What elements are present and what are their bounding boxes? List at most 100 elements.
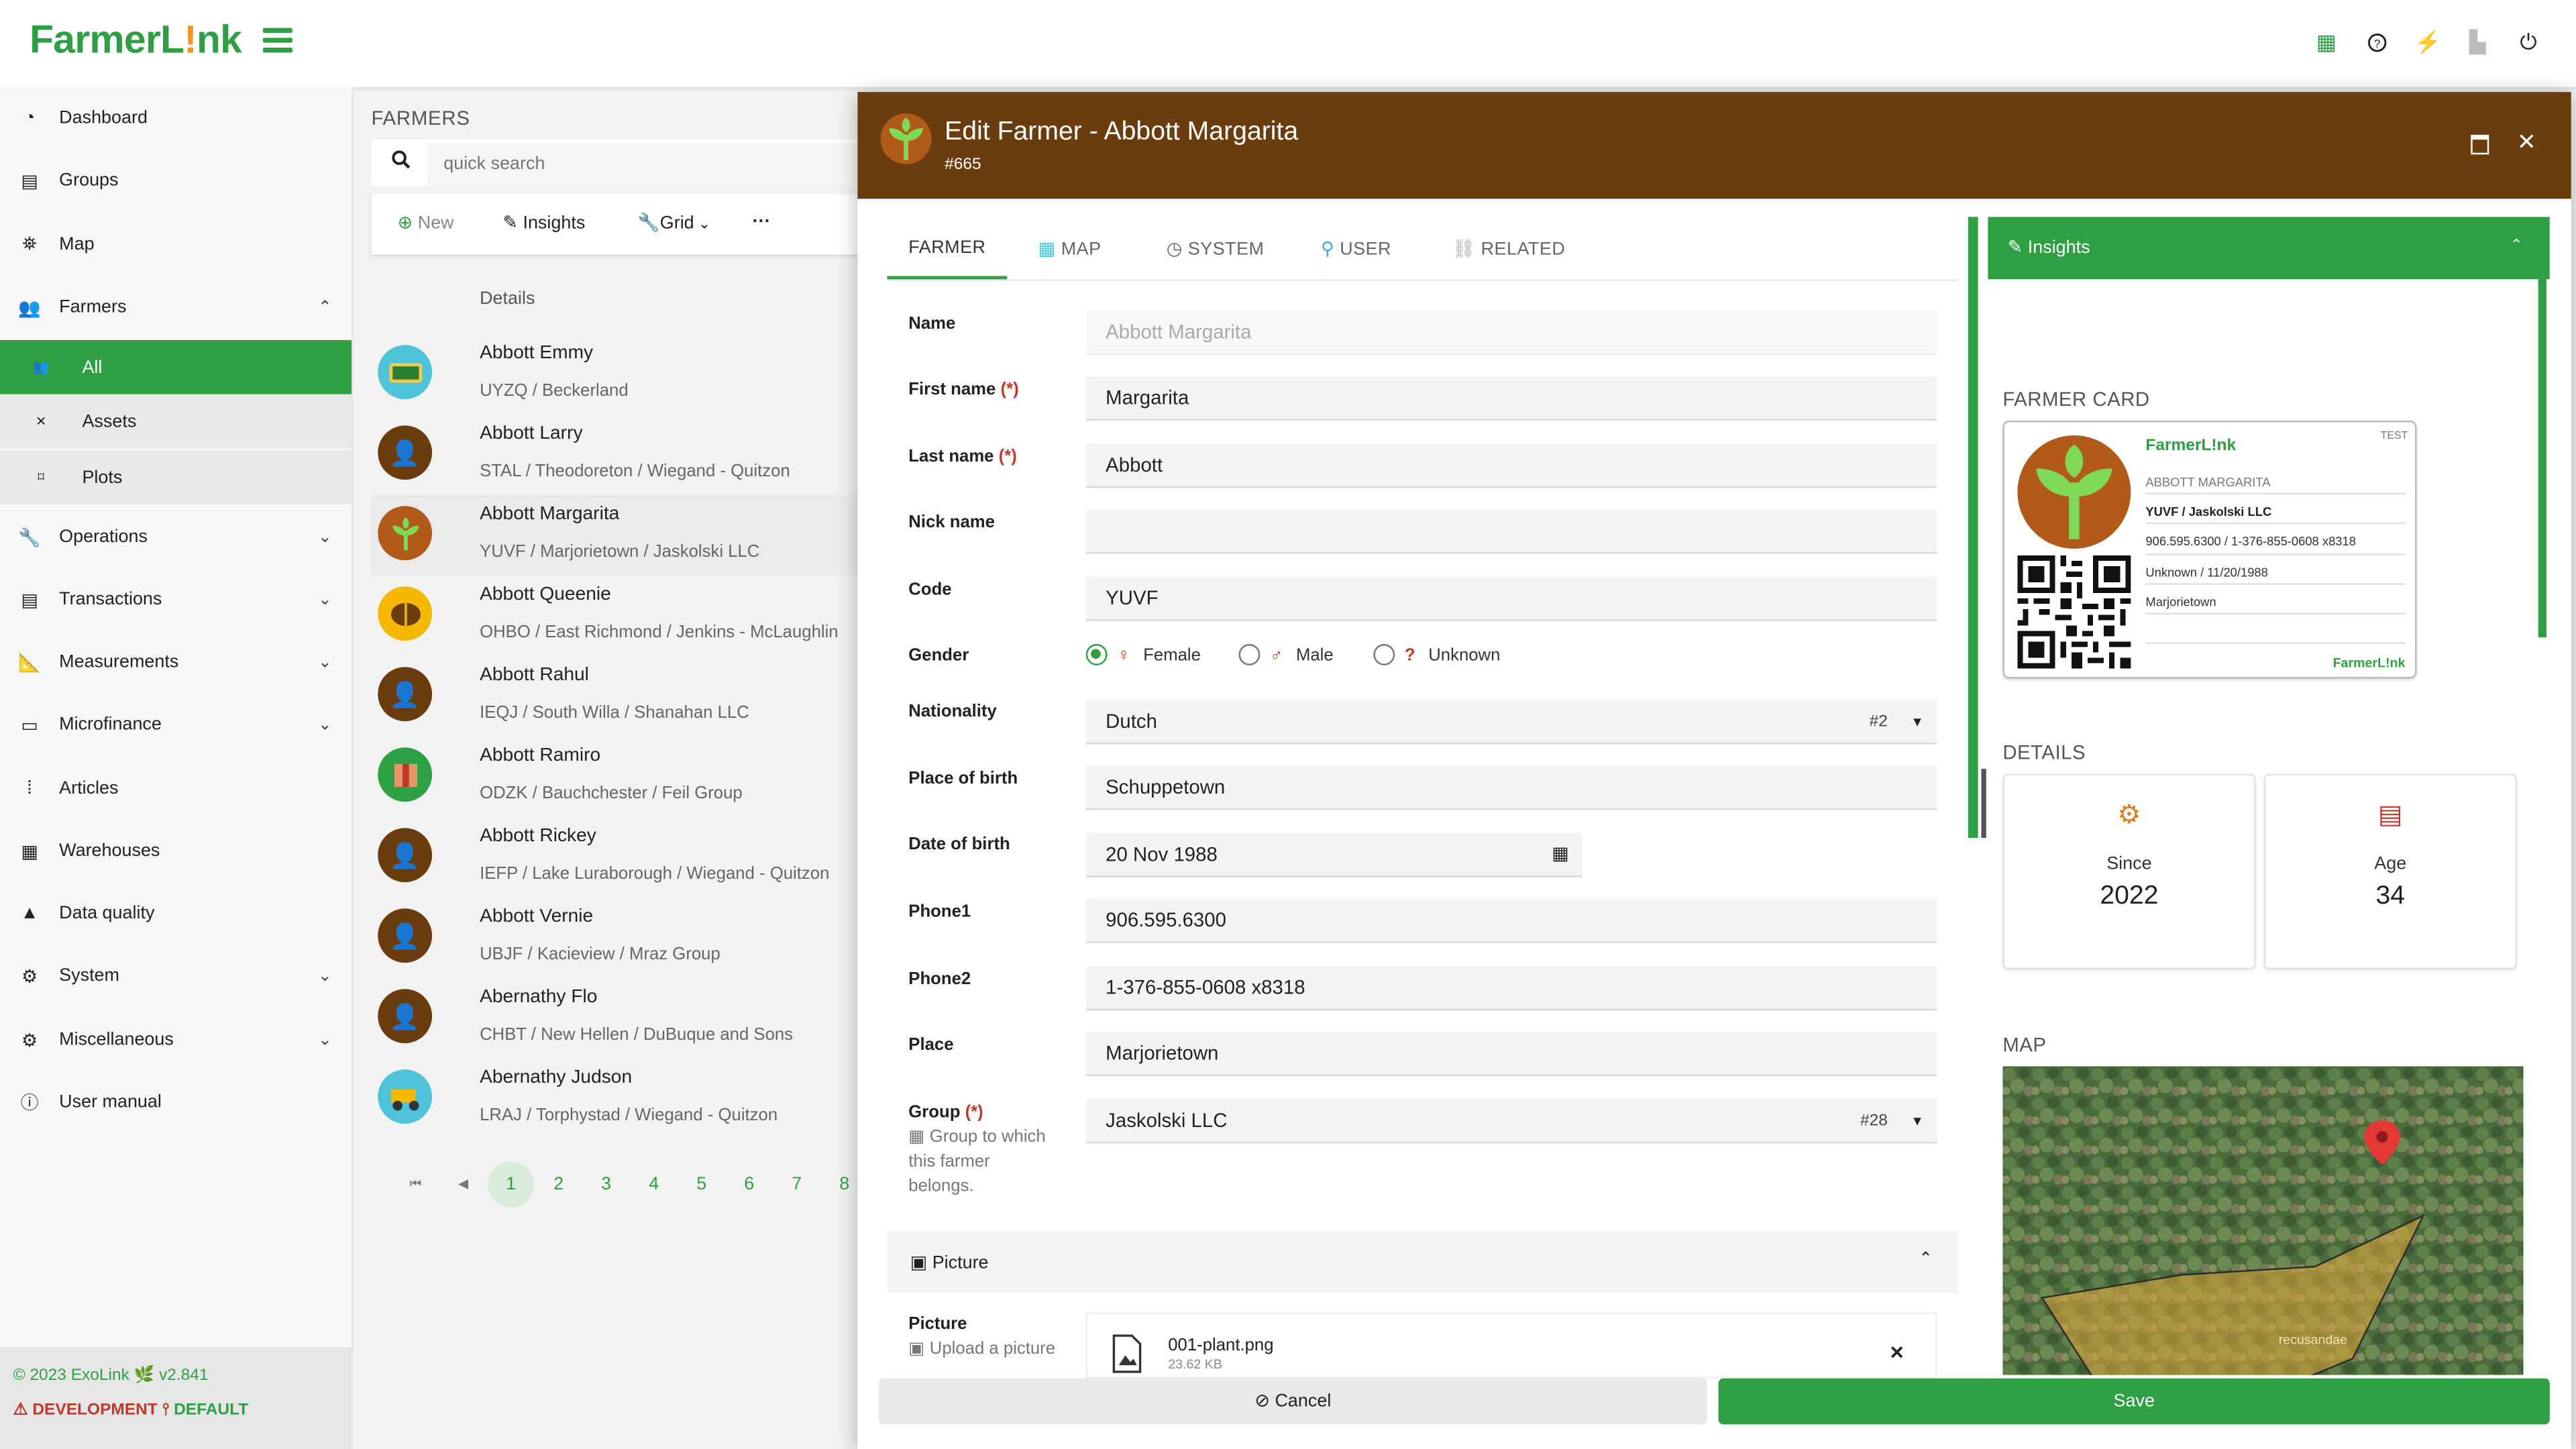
gender-female-radio[interactable]: ♀ Female (1085, 644, 1201, 665)
code-field[interactable]: YUVF (1085, 576, 1937, 621)
nick-name-field[interactable] (1085, 509, 1937, 554)
list-item[interactable]: Abernathy Judson LRAJ / Torphystad / Wie… (371, 1058, 864, 1138)
operations-icon: 🔧 (18, 528, 41, 548)
list-item[interactable]: Abbott Emmy UYZQ / Beckerland (371, 333, 864, 414)
cancel-button[interactable]: ⊘ Cancel (879, 1378, 1707, 1425)
list-item[interactable]: Abbott Ramiro ODZK / Bauchchester / Feil… (371, 736, 864, 816)
first-name-label: First name (*) (908, 380, 1018, 399)
sidebar-item-groups[interactable]: ▤ Groups (0, 150, 352, 212)
tab-user[interactable]: ⚲ USER (1321, 238, 1391, 260)
bookmark-icon[interactable]: ▙ (2459, 25, 2496, 61)
sidebar-sub-assets[interactable]: ✕ Assets (0, 394, 352, 449)
list-item[interactable]: 👤 Abbott Larry STAL / Theodoreton / Wieg… (371, 414, 864, 494)
farm-map[interactable]: recusandae (2002, 1066, 2524, 1375)
panel-resize-handle[interactable] (1981, 769, 1986, 838)
insights-scroll-rail[interactable] (1968, 217, 1978, 838)
gender-unknown-radio[interactable]: ? Unknown (1373, 644, 1500, 665)
qr-icon[interactable]: ▦ (2308, 25, 2345, 61)
place-of-birth-field[interactable]: Schuppetown (1085, 765, 1937, 810)
uploaded-file[interactable]: 001-plant.png 23.62 KB ✕ (1085, 1312, 1937, 1379)
sidebar-item-warehouses[interactable]: ▦ Warehouses (0, 820, 352, 882)
tab-system[interactable]: ◷ SYSTEM (1167, 238, 1265, 260)
flash-icon[interactable]: ⚡ (2410, 25, 2447, 61)
calendar-icon[interactable]: ▦ (1552, 833, 1568, 877)
app-logo[interactable]: FarmerL!nk (30, 18, 242, 64)
chevron-down-icon: ⌄ (318, 715, 332, 734)
list-item[interactable]: 👤 Abernathy Flo CHBT / New Hellen / DuBu… (371, 977, 864, 1058)
list-item[interactable]: Abbott Margarita YUVF / Marjorietown / J… (371, 494, 865, 576)
wand-icon: ✎ (2007, 238, 2028, 258)
power-icon[interactable]: ⏻ (2510, 25, 2546, 61)
first-page-icon[interactable]: ⏮ (392, 1161, 439, 1208)
last-name-field[interactable]: Abbott (1085, 443, 1937, 488)
sidebar-item-data-quality[interactable]: ▲ Data quality (0, 882, 352, 945)
sidebar-item-map[interactable]: ⛯ Map (0, 213, 352, 276)
phone1-field[interactable]: 906.595.6300 (1085, 898, 1937, 943)
sidebar-item-dashboard[interactable]: ◔ Dashboard (0, 87, 352, 150)
tab-map[interactable]: ▦ MAP (1038, 238, 1102, 260)
sidebar-sub-all[interactable]: 👥 All (0, 339, 352, 394)
farmer-card: FarmerL!nk TEST ABBOTT MARGARITA YUVF / … (2002, 420, 2417, 679)
sidebar-item-miscellaneous[interactable]: ⚙ Miscellaneous ⌄ (0, 1009, 352, 1071)
insights-button[interactable]: ✎ Insights (502, 212, 585, 233)
page-link[interactable]: 7 (773, 1161, 820, 1208)
question-icon: ? (1404, 645, 1415, 665)
sidebar-item-user-manual[interactable]: ⓘ User manual (0, 1071, 352, 1134)
card-badge: TEST (2380, 430, 2408, 442)
new-button[interactable]: ⊕ New (398, 212, 454, 233)
group-select[interactable]: Jaskolski LLC #28 ▼ (1085, 1099, 1937, 1144)
picture-section-header[interactable]: ▣ Picture ⌃ (887, 1230, 1959, 1293)
chevron-down-icon: ⌄ (318, 967, 332, 985)
page-link[interactable]: 2 (535, 1161, 582, 1208)
list-item[interactable]: 👤 Abbott Rickey IEFP / Lake Luraborough … (371, 816, 864, 897)
remove-file-icon[interactable]: ✕ (1889, 1342, 1904, 1363)
page-link[interactable]: 6 (726, 1161, 772, 1208)
sidebar-item-microfinance[interactable]: ▭ Microfinance ⌄ (0, 693, 352, 755)
gender-male-radio[interactable]: ♂ Male (1238, 644, 1334, 665)
sidebar-item-label: Miscellaneous (59, 1030, 174, 1050)
page-link[interactable]: 5 (678, 1161, 724, 1208)
list-item[interactable]: 👤 Abbott Rahul IEQJ / South Willa / Shan… (371, 655, 864, 736)
list-item[interactable]: 👤 Abbott Vernie UBJF / Kacieview / Mraz … (371, 897, 864, 977)
sidebar-item-transactions[interactable]: ▤ Transactions ⌄ (0, 568, 352, 631)
page-link[interactable]: 3 (583, 1161, 629, 1208)
place-field[interactable]: Marjorietown (1085, 1031, 1937, 1077)
sidebar-item-measurements[interactable]: 📐 Measurements ⌄ (0, 631, 352, 693)
sidebar-item-system[interactable]: ⚙ System ⌄ (0, 945, 352, 1007)
new-label: New (417, 213, 454, 233)
sidebar-item-articles[interactable]: ⦙ Articles (0, 757, 352, 820)
more-button[interactable]: ··· (753, 212, 771, 231)
sidebar-sub-plots[interactable]: ⌑ Plots (0, 450, 352, 504)
list-item[interactable]: Abbott Queenie OHBO / East Richmond / Je… (371, 575, 864, 655)
prev-page-icon[interactable]: ◀ (440, 1161, 486, 1208)
insights-scrollbar[interactable] (2538, 279, 2546, 638)
help-icon[interactable]: ? (2359, 25, 2396, 61)
chevron-up-icon[interactable]: ⌃ (1919, 1250, 1933, 1269)
radio-circle (1238, 644, 1260, 665)
maximize-icon[interactable] (2471, 134, 2489, 155)
tab-related[interactable]: ⛓ RELATED (1452, 238, 1565, 260)
first-name-field[interactable]: Margarita (1085, 376, 1937, 421)
sidebar-item-farmers[interactable]: 👥 Farmers ⌃ (0, 276, 352, 338)
insights-header[interactable]: ✎ Insights ⌃ (1988, 217, 2550, 280)
menu-toggle-icon[interactable] (262, 28, 292, 54)
column-header-details[interactable]: Details (480, 289, 535, 309)
chevron-up-icon[interactable]: ⌃ (2510, 237, 2522, 255)
save-button[interactable]: Save (1718, 1378, 2550, 1425)
sidebar-item-label: All (82, 357, 103, 378)
wand-icon: ✎ (502, 213, 523, 233)
page-link[interactable]: 4 (631, 1161, 677, 1208)
farmer-name: Abbott Rickey (480, 826, 596, 847)
nationality-select[interactable]: Dutch #2 ▼ (1085, 700, 1937, 745)
grid-button[interactable]: 🔧Grid ⌄ (637, 212, 710, 233)
page-link[interactable]: 1 (488, 1161, 534, 1208)
phone2-field[interactable]: 1-376-855-0608 x8318 (1085, 966, 1937, 1011)
search-input[interactable] (427, 143, 874, 186)
sidebar-item-label: Plots (82, 467, 123, 488)
close-icon[interactable]: ✕ (2517, 128, 2536, 156)
name-label: Name (908, 313, 956, 334)
farmer-details: IEFP / Lake Luraborough / Wiegand - Quit… (480, 864, 830, 884)
date-of-birth-field[interactable]: 20 Nov 1988 ▦ (1085, 833, 1582, 877)
tab-farmer[interactable]: FARMER (908, 238, 985, 258)
sidebar-item-operations[interactable]: 🔧 Operations ⌄ (0, 506, 352, 568)
